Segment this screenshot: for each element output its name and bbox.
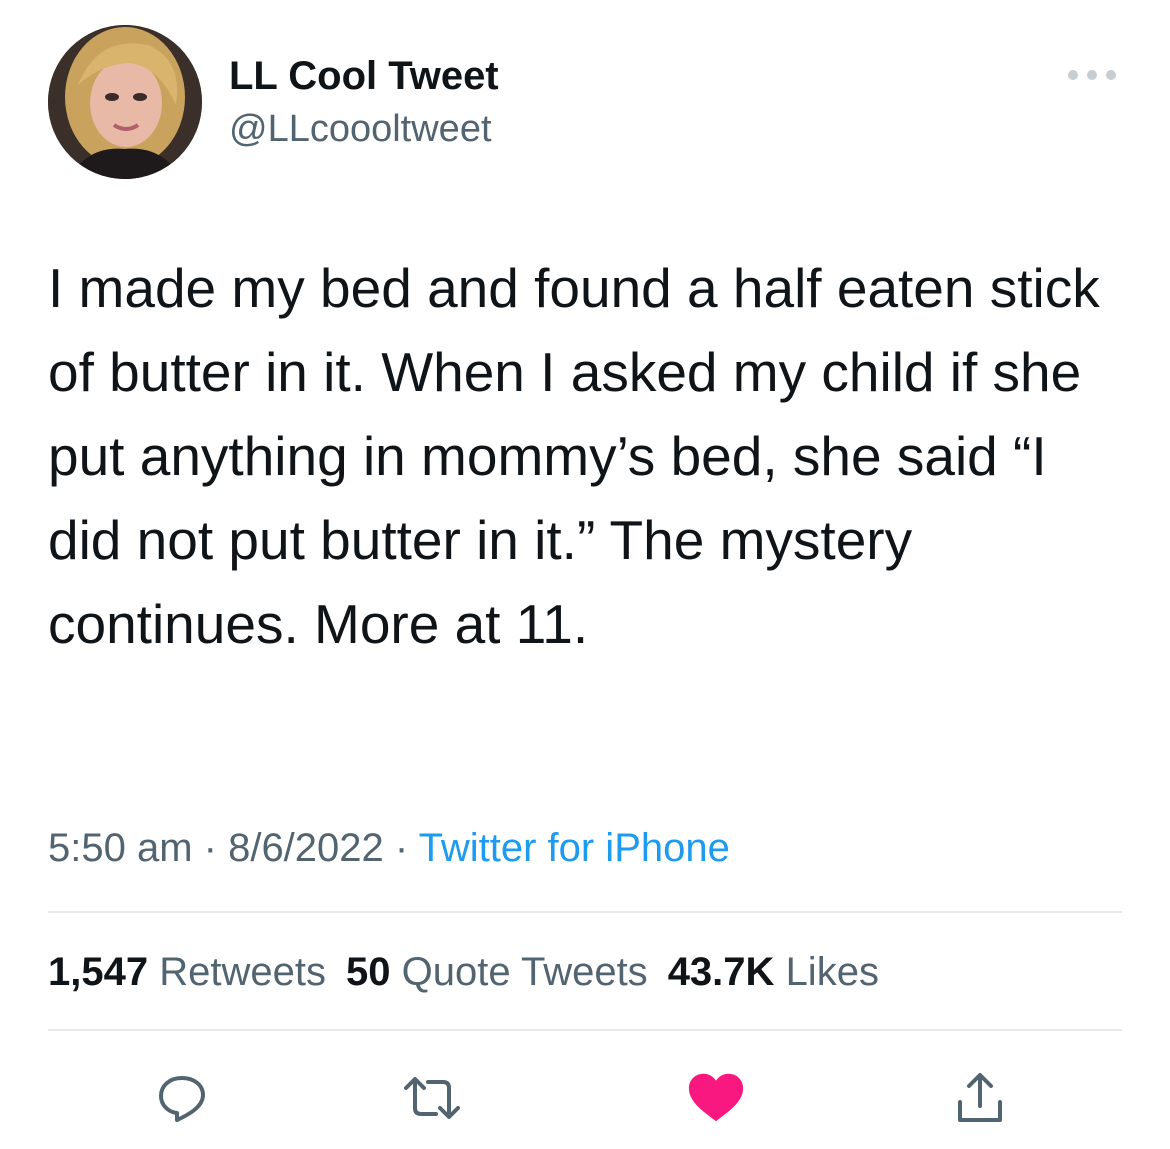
tweet-text: I made my bed and found a half eaten sti…	[48, 257, 1116, 655]
tweet-source-link[interactable]: Twitter for iPhone	[419, 826, 730, 870]
retweets-count: 1,547	[48, 950, 149, 994]
author-handle[interactable]: @LLcoooltweet	[229, 106, 492, 152]
avatar-photo	[48, 25, 202, 179]
quote-tweets-label: Quote Tweets	[401, 950, 648, 994]
retweet-button[interactable]	[402, 1068, 462, 1128]
tweet-meta: 5:50 am · 8/6/2022 · Twitter for iPhone	[48, 824, 730, 872]
retweet-icon	[404, 1077, 460, 1119]
more-options-button[interactable]	[1060, 58, 1124, 92]
author-name[interactable]: LL Cool Tweet	[229, 52, 499, 100]
quote-tweets-count: 50	[345, 950, 391, 994]
more-dots-icon	[1068, 70, 1116, 80]
share-icon	[958, 1073, 1002, 1122]
tweet-date: 8/6/2022	[228, 826, 384, 870]
tweet-card: LL Cool Tweet @LLcoooltweet I made my be…	[0, 0, 1170, 1149]
like-button[interactable]	[686, 1068, 746, 1128]
likes-label: Likes	[785, 950, 879, 994]
divider	[48, 1029, 1122, 1031]
share-button[interactable]	[950, 1068, 1010, 1128]
meta-separator: ·	[383, 826, 419, 870]
likes-stat[interactable]: 43.7K Likes	[668, 948, 879, 996]
divider	[48, 911, 1122, 913]
avatar[interactable]	[48, 25, 202, 179]
heart-icon	[688, 1073, 744, 1122]
quote-tweets-stat[interactable]: 50 Quote Tweets	[346, 948, 648, 996]
tweet-stats: 1,547 Retweets 50 Quote Tweets 43.7K Likes	[48, 948, 899, 996]
reply-button[interactable]	[152, 1068, 212, 1128]
reply-icon	[159, 1076, 205, 1122]
retweets-label: Retweets	[159, 950, 326, 994]
retweets-stat[interactable]: 1,547 Retweets	[48, 948, 326, 996]
likes-count: 43.7K	[667, 950, 775, 994]
meta-separator: ·	[192, 826, 229, 870]
tweet-time: 5:50 am	[48, 826, 193, 870]
